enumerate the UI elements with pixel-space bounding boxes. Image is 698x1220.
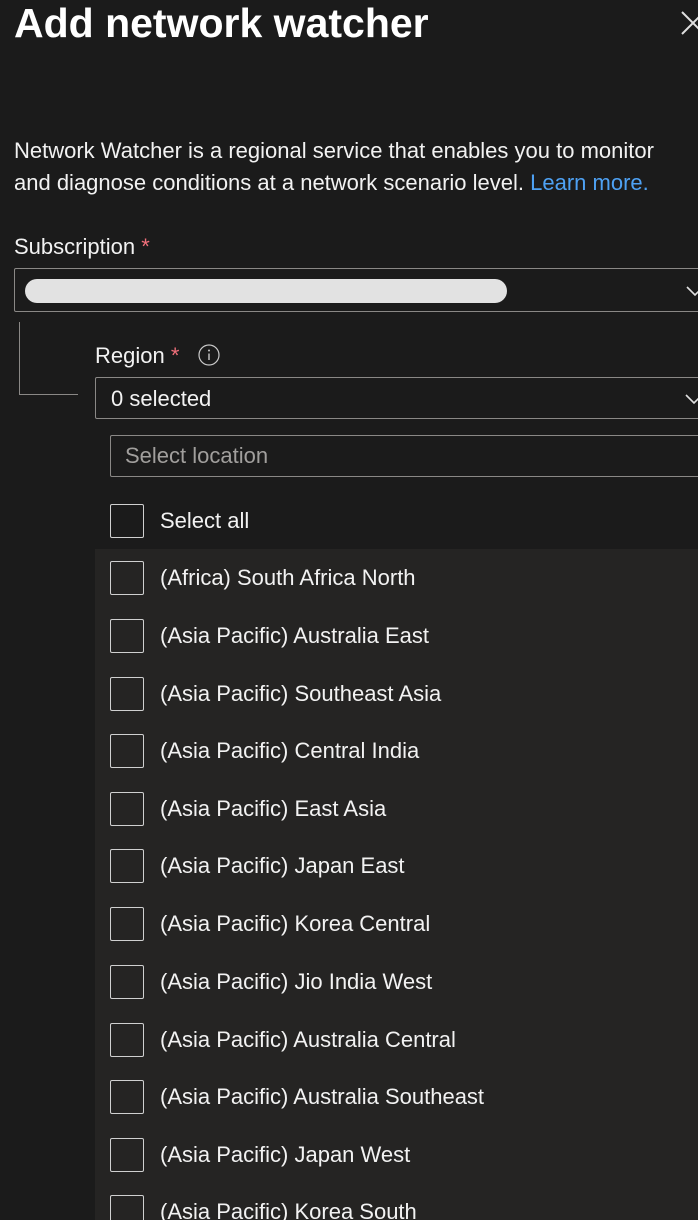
required-mark: * (170, 343, 180, 368)
region-option-label: (Asia Pacific) Australia Southeast (160, 1084, 485, 1109)
region-option[interactable]: (Asia Pacific) Korea South (110, 1195, 698, 1220)
location-search-input[interactable] (110, 435, 698, 477)
subscription-label-text: Subscription (14, 234, 136, 259)
checkbox[interactable] (110, 619, 144, 653)
close-icon[interactable] (678, 8, 698, 38)
region-option-label: (Asia Pacific) Australia Central (160, 1027, 456, 1052)
region-label-text: Region (95, 343, 165, 368)
checkbox[interactable] (110, 907, 144, 941)
region-option-label: (Asia Pacific) Central India (160, 738, 420, 763)
learn-more-link[interactable]: Learn more. (530, 170, 649, 195)
select-all-label: Select all (160, 508, 250, 533)
region-option[interactable]: (Asia Pacific) Australia Central (110, 1023, 698, 1059)
region-option[interactable]: (Asia Pacific) Australia East (110, 619, 698, 655)
required-mark: * (141, 234, 150, 259)
checkbox[interactable] (110, 504, 144, 538)
subscription-label: Subscription * (14, 234, 150, 260)
checkbox[interactable] (110, 1195, 144, 1220)
region-option[interactable]: (Asia Pacific) Japan West (110, 1138, 698, 1174)
region-options-panel: Select all (Africa) South Africa North (… (95, 419, 698, 1220)
tree-connector (19, 322, 78, 395)
checkbox[interactable] (110, 1023, 144, 1057)
region-option[interactable]: (Africa) South Africa North (110, 561, 698, 597)
redacted-subscription-value (25, 279, 507, 303)
description: Network Watcher is a regional service th… (14, 135, 698, 199)
subscription-dropdown[interactable] (14, 268, 698, 312)
region-selected-value: 0 selected (111, 386, 212, 411)
checkbox[interactable] (110, 734, 144, 768)
description-text: and diagnose conditions at a network sce… (14, 170, 524, 195)
page-title: Add network watcher (14, 0, 429, 46)
region-label: Region * (95, 343, 220, 369)
region-option-label: (Asia Pacific) Japan West (160, 1142, 411, 1167)
region-options-header: Select all (95, 419, 698, 549)
checkbox[interactable] (110, 561, 144, 595)
region-option[interactable]: (Asia Pacific) Australia Southeast (110, 1080, 698, 1116)
region-option-label: (Asia Pacific) Jio India West (160, 969, 433, 994)
region-option-label: (Asia Pacific) Korea Central (160, 911, 431, 936)
checkbox[interactable] (110, 965, 144, 999)
checkbox[interactable] (110, 849, 144, 883)
region-option-label: (Asia Pacific) Southeast Asia (160, 681, 442, 706)
chevron-down-icon (686, 286, 698, 297)
region-option-label: (Asia Pacific) Korea South (160, 1199, 417, 1220)
add-network-watcher-pane: Add network watcher Network Watcher is a… (0, 0, 698, 1220)
checkbox[interactable] (110, 792, 144, 826)
chevron-down-icon (685, 394, 698, 405)
description-line-2: and diagnose conditions at a network sce… (14, 167, 698, 199)
region-option[interactable]: (Asia Pacific) Jio India West (110, 965, 698, 1001)
info-icon[interactable] (197, 344, 220, 366)
region-dropdown[interactable]: 0 selected (95, 377, 698, 419)
region-option[interactable]: (Asia Pacific) Southeast Asia (110, 677, 698, 713)
checkbox[interactable] (110, 1138, 144, 1172)
description-line-1: Network Watcher is a regional service th… (14, 138, 654, 163)
region-option-label: (Asia Pacific) Australia East (160, 623, 429, 648)
region-option-label: (Africa) South Africa North (160, 565, 416, 590)
checkbox[interactable] (110, 1080, 144, 1114)
region-option[interactable]: (Asia Pacific) Central India (110, 734, 698, 770)
checkbox[interactable] (110, 677, 144, 711)
select-all-option[interactable]: Select all (110, 504, 698, 540)
region-option-label: (Asia Pacific) East Asia (160, 796, 387, 821)
region-option[interactable]: (Asia Pacific) Japan East (110, 849, 698, 885)
region-option[interactable]: (Asia Pacific) Korea Central (110, 907, 698, 943)
region-option[interactable]: (Asia Pacific) East Asia (110, 792, 698, 828)
region-option-label: (Asia Pacific) Japan East (160, 853, 405, 878)
